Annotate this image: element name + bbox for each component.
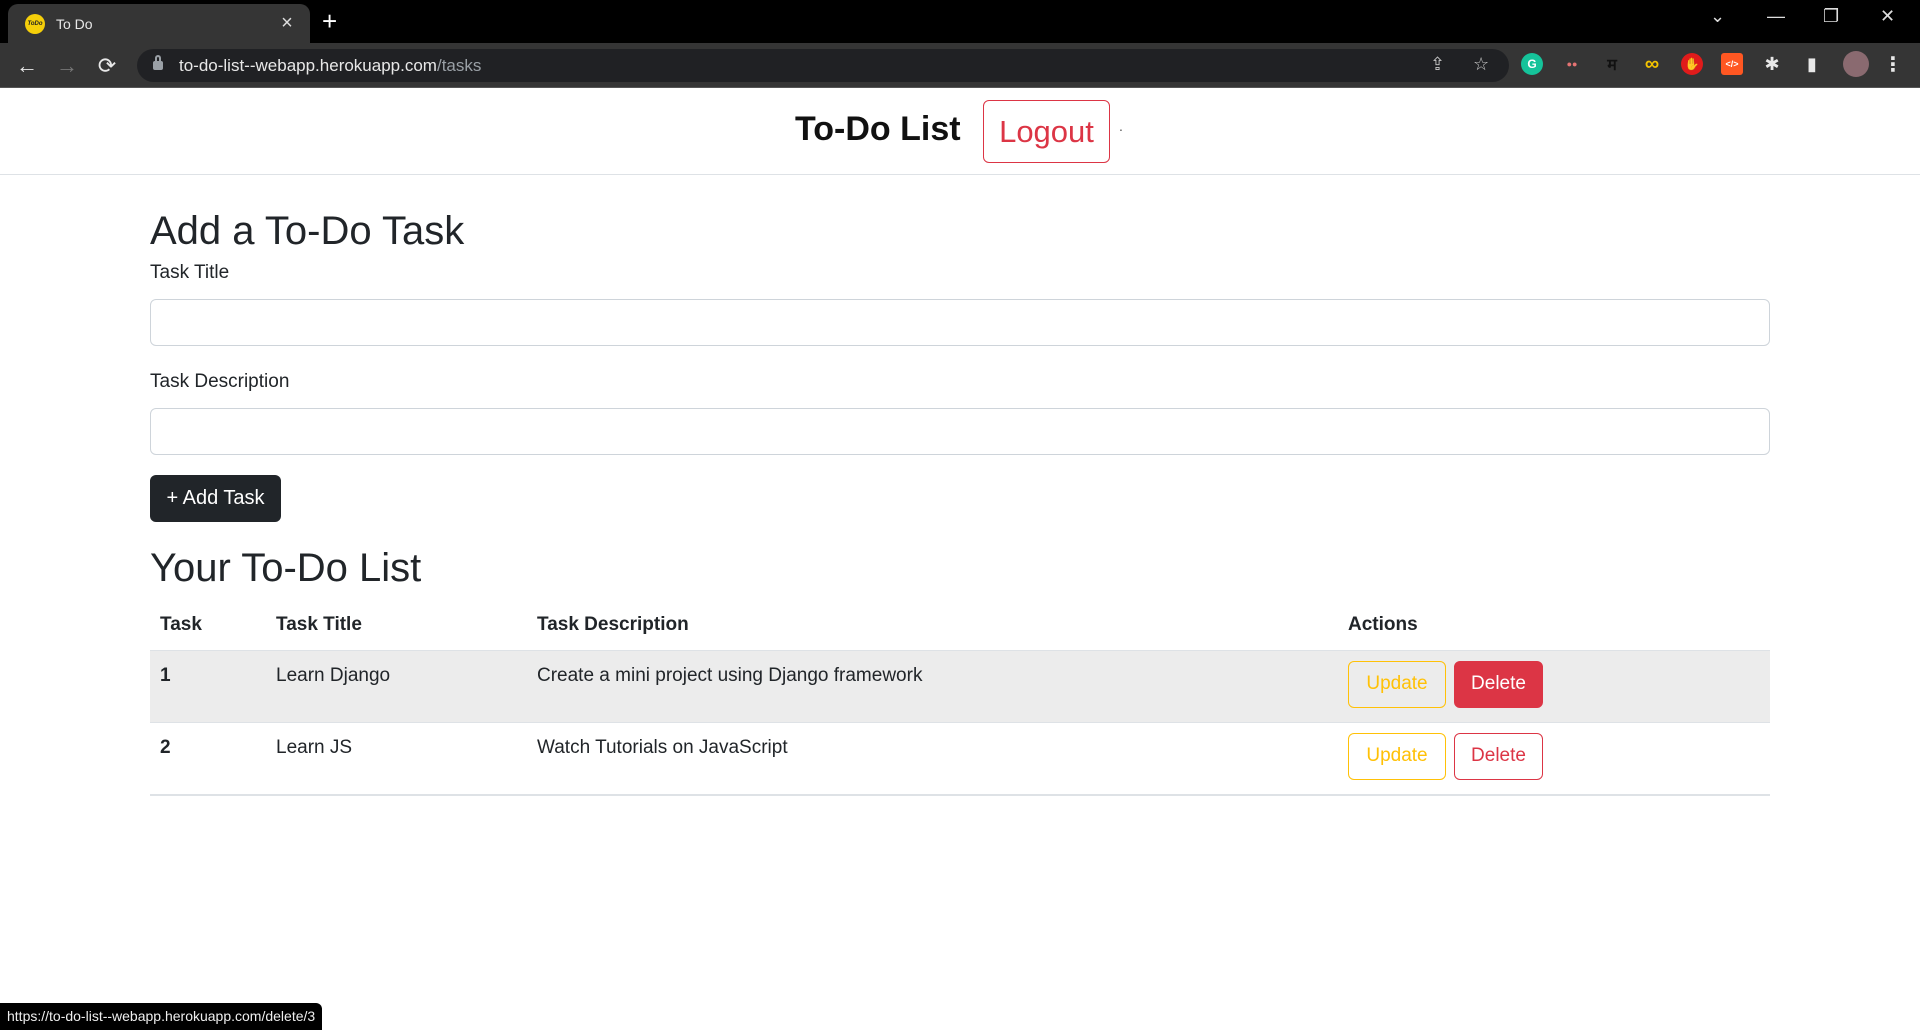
column-header-task: Task bbox=[150, 610, 266, 651]
update-button[interactable]: Update bbox=[1348, 660, 1446, 708]
task-title-label: Task Title bbox=[150, 262, 230, 283]
task-title: Learn Django bbox=[266, 650, 527, 723]
add-task-button[interactable]: + Add Task bbox=[150, 475, 281, 522]
delete-button[interactable]: Delete bbox=[1454, 660, 1543, 708]
browser-tab-bar: ToDo To Do × + ⌄ — ❐ ✕ bbox=[0, 0, 1920, 43]
task-title: Learn JS bbox=[266, 722, 527, 796]
task-description-label: Task Description bbox=[150, 371, 290, 392]
task-description: Create a mini project using Django frame… bbox=[527, 650, 1338, 723]
share-icon[interactable]: ⇪ bbox=[1430, 54, 1445, 75]
url-host: to-do-list--webapp.herokuapp.com bbox=[179, 55, 437, 75]
table-header-row: Task Task Title Task Description Actions bbox=[150, 610, 1770, 651]
header-dot: . bbox=[1119, 118, 1123, 134]
infinity-extension-icon[interactable]: ∞ bbox=[1641, 53, 1663, 75]
url-path: /tasks bbox=[436, 55, 482, 75]
main-container: Add a To-Do Task Task Title Task Descrip… bbox=[150, 175, 1770, 796]
restore-icon[interactable]: ❐ bbox=[1823, 6, 1839, 27]
table-row: 2 Learn JS Watch Tutorials on JavaScript… bbox=[150, 722, 1770, 796]
extensions-puzzle-icon[interactable]: ✱ bbox=[1761, 53, 1783, 75]
grammarly-extension-icon[interactable]: G bbox=[1521, 53, 1543, 75]
page-header: To-Do List Logout . bbox=[0, 88, 1920, 175]
todo-table: Task Task Title Task Description Actions… bbox=[150, 610, 1770, 796]
logout-button[interactable]: Logout bbox=[983, 100, 1110, 163]
column-header-title: Task Title bbox=[266, 610, 527, 651]
hindi-extension-icon[interactable]: म bbox=[1601, 53, 1623, 75]
back-icon[interactable]: ← bbox=[12, 51, 42, 81]
app-brand[interactable]: To-Do List bbox=[795, 110, 961, 149]
task-number: 2 bbox=[150, 722, 266, 796]
address-bar[interactable]: to-do-list--webapp.herokuapp.com/tasks ⇪… bbox=[137, 49, 1509, 82]
code-extension-icon[interactable]: </> bbox=[1721, 53, 1743, 75]
add-task-heading: Add a To-Do Task bbox=[150, 209, 465, 253]
profile-avatar[interactable] bbox=[1843, 51, 1869, 77]
task-title-input[interactable] bbox=[150, 299, 1770, 346]
task-description: Watch Tutorials on JavaScript bbox=[527, 722, 1338, 796]
browser-tab[interactable]: ToDo To Do × bbox=[8, 4, 310, 43]
column-header-description: Task Description bbox=[527, 610, 1338, 651]
task-number: 1 bbox=[150, 650, 266, 723]
bookmark-star-icon[interactable]: ☆ bbox=[1473, 54, 1489, 75]
minimize-icon[interactable]: — bbox=[1767, 6, 1785, 27]
forward-icon[interactable]: → bbox=[52, 51, 82, 81]
new-tab-icon[interactable]: + bbox=[322, 6, 337, 37]
window-close-icon[interactable]: ✕ bbox=[1880, 6, 1895, 27]
glasses-extension-icon[interactable]: ●● bbox=[1561, 53, 1583, 75]
task-actions: Update Delete bbox=[1338, 722, 1770, 796]
lock-icon[interactable] bbox=[153, 55, 163, 70]
task-actions: Update Delete bbox=[1338, 650, 1770, 723]
delete-button[interactable]: Delete bbox=[1454, 732, 1543, 780]
todo-list-heading: Your To-Do List bbox=[150, 546, 422, 590]
update-button[interactable]: Update bbox=[1348, 732, 1446, 780]
todo-favicon-icon: ToDo bbox=[25, 13, 45, 34]
tab-close-icon[interactable]: × bbox=[272, 12, 302, 35]
link-status-bar: https://to-do-list--webapp.herokuapp.com… bbox=[0, 1003, 323, 1030]
reload-icon[interactable]: ⟳ bbox=[92, 51, 122, 81]
tab-search-icon[interactable]: ⌄ bbox=[1710, 6, 1725, 27]
browser-menu-icon[interactable]: ⋮ bbox=[1882, 53, 1904, 76]
column-header-actions: Actions bbox=[1338, 610, 1770, 651]
tab-title: To Do bbox=[56, 15, 93, 32]
browser-toolbar: ← → ⟳ to-do-list--webapp.herokuapp.com/t… bbox=[0, 43, 1920, 88]
table-row: 1 Learn Django Create a mini project usi… bbox=[150, 650, 1770, 723]
adblock-extension-icon[interactable]: ✋ bbox=[1681, 53, 1703, 75]
side-panel-icon[interactable]: ▮ bbox=[1801, 53, 1823, 75]
task-description-input[interactable] bbox=[150, 408, 1770, 455]
